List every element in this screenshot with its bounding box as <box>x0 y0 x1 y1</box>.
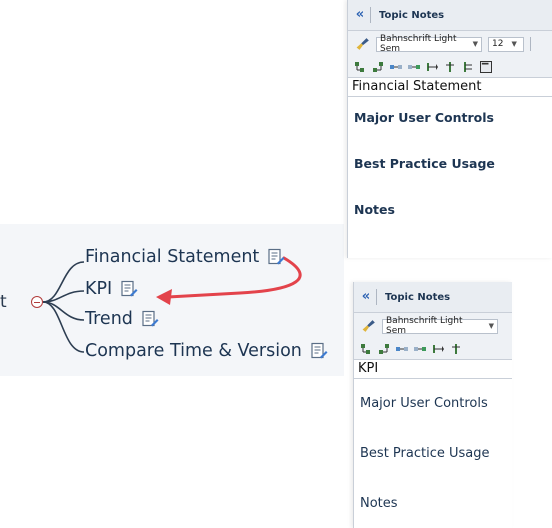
topic-title-field[interactable]: KPI <box>354 360 512 379</box>
branch-down-icon[interactable] <box>450 343 462 355</box>
font-size-value: 12 <box>492 39 504 49</box>
section-best-practice-usage[interactable]: Best Practice Usage <box>360 446 489 461</box>
broom-icon[interactable] <box>356 37 370 51</box>
font-family-value: Bahnschrift Light Sem <box>380 34 457 54</box>
section-best-practice-usage[interactable]: Best Practice Usage <box>354 156 495 171</box>
topic-financial-statement[interactable]: Financial Statement <box>85 247 285 267</box>
font-family-select[interactable]: Bahnschrift Light Sem ▼ <box>376 34 482 54</box>
toolbar-divider <box>530 37 531 51</box>
note-icon[interactable] <box>267 248 285 266</box>
section-major-user-controls[interactable]: Major User Controls <box>360 396 488 411</box>
broom-icon[interactable] <box>362 319 376 333</box>
section-notes[interactable]: Notes <box>354 202 395 217</box>
topic-label: Compare Time & Version <box>85 341 302 361</box>
root-topic-label[interactable]: t <box>0 292 7 312</box>
insert-subtopic-icon[interactable] <box>372 61 384 73</box>
section-major-user-controls[interactable]: Major User Controls <box>354 110 494 125</box>
topic-compare-time-version[interactable]: Compare Time & Version <box>85 341 328 361</box>
format-toolbar: Bahnschrift Light Sem ▼ 12 ▼ <box>348 31 552 57</box>
insert-toolbar <box>354 339 512 360</box>
font-size-select[interactable]: 12 ▼ <box>488 36 524 52</box>
panel-title: Topic Notes <box>385 291 451 303</box>
panel-header: « Topic Notes <box>354 282 512 313</box>
link-right-icon[interactable] <box>408 61 420 73</box>
collapse-left-icon[interactable]: « <box>350 7 371 23</box>
topic-label: Financial Statement <box>85 247 260 267</box>
chevron-down-icon: ▼ <box>472 40 478 48</box>
topic-trend[interactable]: Trend <box>85 309 159 329</box>
topic-notes-panel-bottom: « Topic Notes Bahnschrift Light Sem ▼ KP… <box>353 282 512 528</box>
link-left-icon[interactable] <box>396 343 408 355</box>
panel-title: Topic Notes <box>379 9 445 21</box>
chevron-down-icon: ▼ <box>511 40 517 48</box>
topic-kpi[interactable]: KPI <box>85 279 138 299</box>
font-family-value: Bahnschrift Light Sem <box>386 316 463 336</box>
chevron-down-icon: ▼ <box>488 322 494 330</box>
note-icon[interactable] <box>310 342 328 360</box>
link-left-icon[interactable] <box>390 61 402 73</box>
note-icon[interactable] <box>141 310 159 328</box>
branch-right-icon[interactable] <box>432 343 444 355</box>
branch-down-icon[interactable] <box>444 61 456 73</box>
note-icon[interactable] <box>120 280 138 298</box>
insert-toolbar <box>348 57 552 78</box>
topic-label: KPI <box>85 279 113 299</box>
collapse-left-icon[interactable]: « <box>356 289 377 305</box>
insert-topic-icon[interactable] <box>360 343 372 355</box>
branch-right-icon[interactable] <box>426 61 438 73</box>
layout-frame-icon[interactable] <box>480 61 492 73</box>
insert-topic-icon[interactable] <box>354 61 366 73</box>
font-family-select[interactable]: Bahnschrift Light Sem ▼ <box>382 316 498 336</box>
topic-notes-panel-top: « Topic Notes Bahnschrift Light Sem ▼ 12… <box>347 0 552 258</box>
format-toolbar: Bahnschrift Light Sem ▼ <box>354 313 512 339</box>
topic-title-field[interactable]: Financial Statement <box>348 78 552 97</box>
section-notes[interactable]: Notes <box>360 496 398 511</box>
panel-header: « Topic Notes <box>348 0 552 31</box>
insert-subtopic-icon[interactable] <box>378 343 390 355</box>
collapse-toggle-icon[interactable] <box>31 296 43 308</box>
branch-tree-icon[interactable] <box>462 61 474 73</box>
link-right-icon[interactable] <box>414 343 426 355</box>
topic-label: Trend <box>85 309 133 329</box>
